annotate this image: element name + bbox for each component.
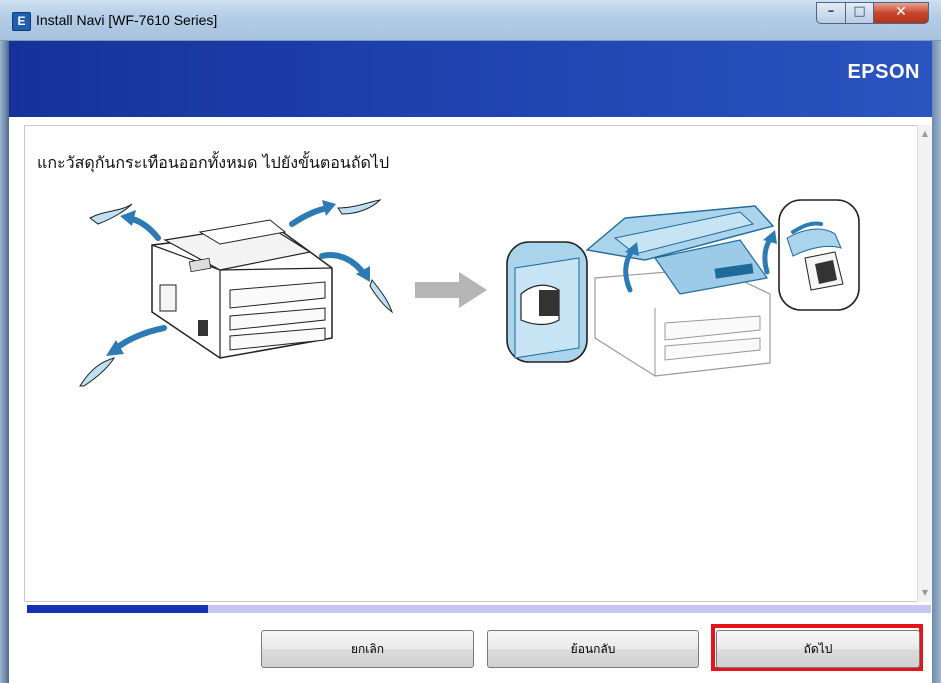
- brand-logo: EPSON: [847, 61, 920, 83]
- next-button[interactable]: ถัดไป: [716, 630, 920, 668]
- close-icon: ✕: [895, 4, 907, 20]
- instruction-heading: แกะวัสดุกันกระเทือนออกทั้งหมด ไปยังขั้นต…: [37, 153, 390, 172]
- arrow-right-icon: [415, 272, 487, 308]
- install-navi-window: E Install Navi [WF-7610 Series] – □ ✕ EP…: [0, 0, 941, 683]
- cancel-button[interactable]: ยกเลิก: [261, 630, 474, 668]
- close-button[interactable]: ✕: [873, 2, 929, 24]
- maximize-icon: □: [853, 4, 866, 19]
- scroll-down-icon[interactable]: ▼: [918, 586, 932, 600]
- window-right-border: [932, 0, 941, 683]
- window-title: Install Navi [WF-7610 Series]: [36, 12, 218, 28]
- scroll-up-icon[interactable]: ▲: [918, 127, 932, 141]
- header-banner: EPSON: [9, 41, 932, 117]
- minimize-icon: –: [827, 4, 835, 19]
- content-scrollbar[interactable]: ▲ ▼: [917, 125, 932, 602]
- printer-unpacking-icon: [79, 199, 393, 387]
- minimize-button[interactable]: –: [816, 2, 846, 24]
- progress-bar: [27, 605, 931, 613]
- progress-bar-fill: [27, 605, 208, 613]
- title-bar[interactable]: E Install Navi [WF-7610 Series] – □ ✕: [0, 0, 941, 41]
- maximize-button[interactable]: □: [845, 2, 874, 24]
- printer-open-scanner-icon: [506, 199, 860, 377]
- back-button[interactable]: ย้อนกลับ: [487, 630, 699, 668]
- window-left-border: [0, 0, 9, 683]
- app-icon: E: [12, 12, 31, 31]
